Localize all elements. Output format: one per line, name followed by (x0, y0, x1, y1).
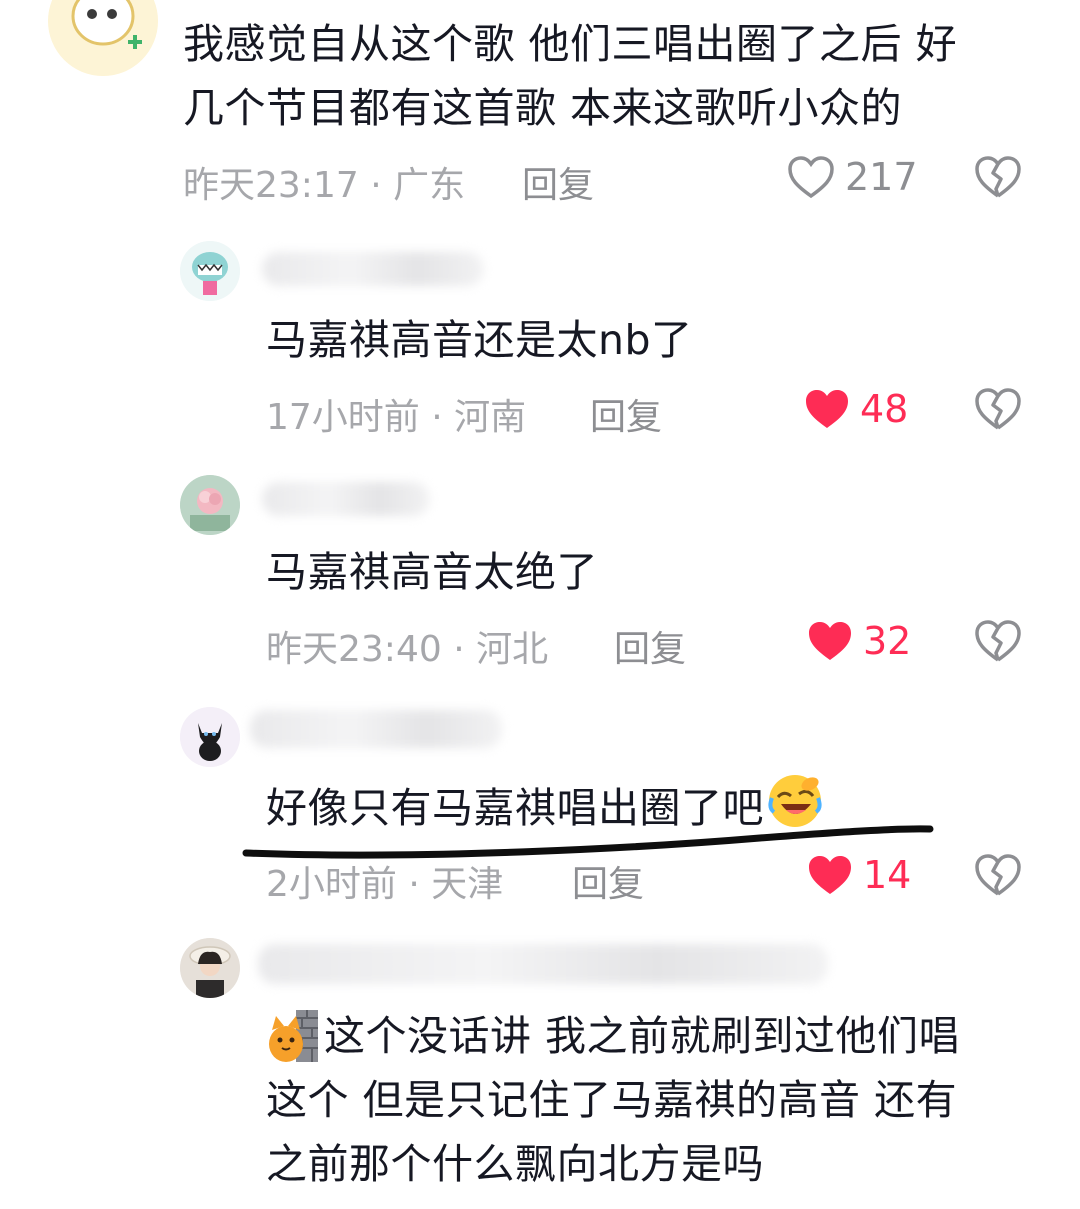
comment-text-content: 好像只有马嘉祺唱出圈了吧 (266, 784, 764, 832)
comment-text-line: 我感觉自从这个歌 他们三唱出圈了之后 好 (183, 20, 958, 68)
comment-meta: 昨天23:40 · 河北 (266, 629, 549, 670)
laughing-crying-emoji (766, 772, 824, 830)
comment-text: 这个没话讲 我之前就刷到过他们唱 这个 但是只记住了马嘉祺的高音 还有 之前那个… (266, 1004, 1046, 1196)
avatar[interactable] (48, 0, 158, 76)
comment-text-line: 几个节目都有这首歌 本来这歌听小众的 (183, 84, 903, 132)
comment-meta: 昨天23:17 · 广东 (183, 165, 466, 206)
comment-meta: 2小时前 · 天津 (266, 864, 504, 905)
comment-text: 好像只有马嘉祺唱出圈了吧 (266, 772, 824, 840)
avatar[interactable] (180, 707, 240, 767)
broken-heart-icon[interactable] (974, 387, 1022, 431)
avatar[interactable] (180, 475, 240, 535)
comment-text-line: 这个 但是只记住了马嘉祺的高音 还有 (266, 1076, 958, 1124)
blurred-username[interactable] (258, 944, 828, 984)
reply-button[interactable]: 回复 (522, 156, 594, 208)
broken-heart-icon[interactable] (974, 853, 1022, 897)
heart-icon[interactable] (803, 387, 851, 431)
reply-button[interactable]: 回复 (614, 620, 686, 672)
blurred-username[interactable] (262, 252, 484, 286)
comment-meta: 17小时前 · 河南 (266, 397, 527, 438)
comment-text: 马嘉祺高音太绝了 (266, 548, 598, 596)
heart-icon[interactable] (806, 619, 854, 663)
broken-heart-icon[interactable] (974, 619, 1022, 663)
heart-icon[interactable] (787, 155, 835, 199)
broken-heart-icon[interactable] (974, 155, 1022, 199)
like-count: 217 (845, 155, 918, 199)
comment-text-line: 之前那个什么飘向北方是吗 (266, 1140, 764, 1188)
heart-icon[interactable] (806, 853, 854, 897)
avatar[interactable] (180, 938, 240, 998)
reply-button[interactable]: 回复 (572, 855, 644, 907)
blurred-username[interactable] (262, 482, 430, 516)
like-count: 32 (863, 619, 912, 663)
avatar[interactable] (180, 241, 240, 301)
comment-text: 我感觉自从这个歌 他们三唱出圈了之后 好 几个节目都有这首歌 本来这歌听小众的 (183, 12, 1043, 140)
blurred-username[interactable] (250, 710, 502, 748)
reply-button[interactable]: 回复 (590, 388, 662, 440)
like-count: 14 (863, 853, 912, 897)
like-count: 48 (860, 387, 909, 431)
comment-text-line: 这个没话讲 我之前就刷到过他们唱 (324, 1012, 961, 1060)
comment-text: 马嘉祺高音还是太nb了 (266, 316, 693, 364)
